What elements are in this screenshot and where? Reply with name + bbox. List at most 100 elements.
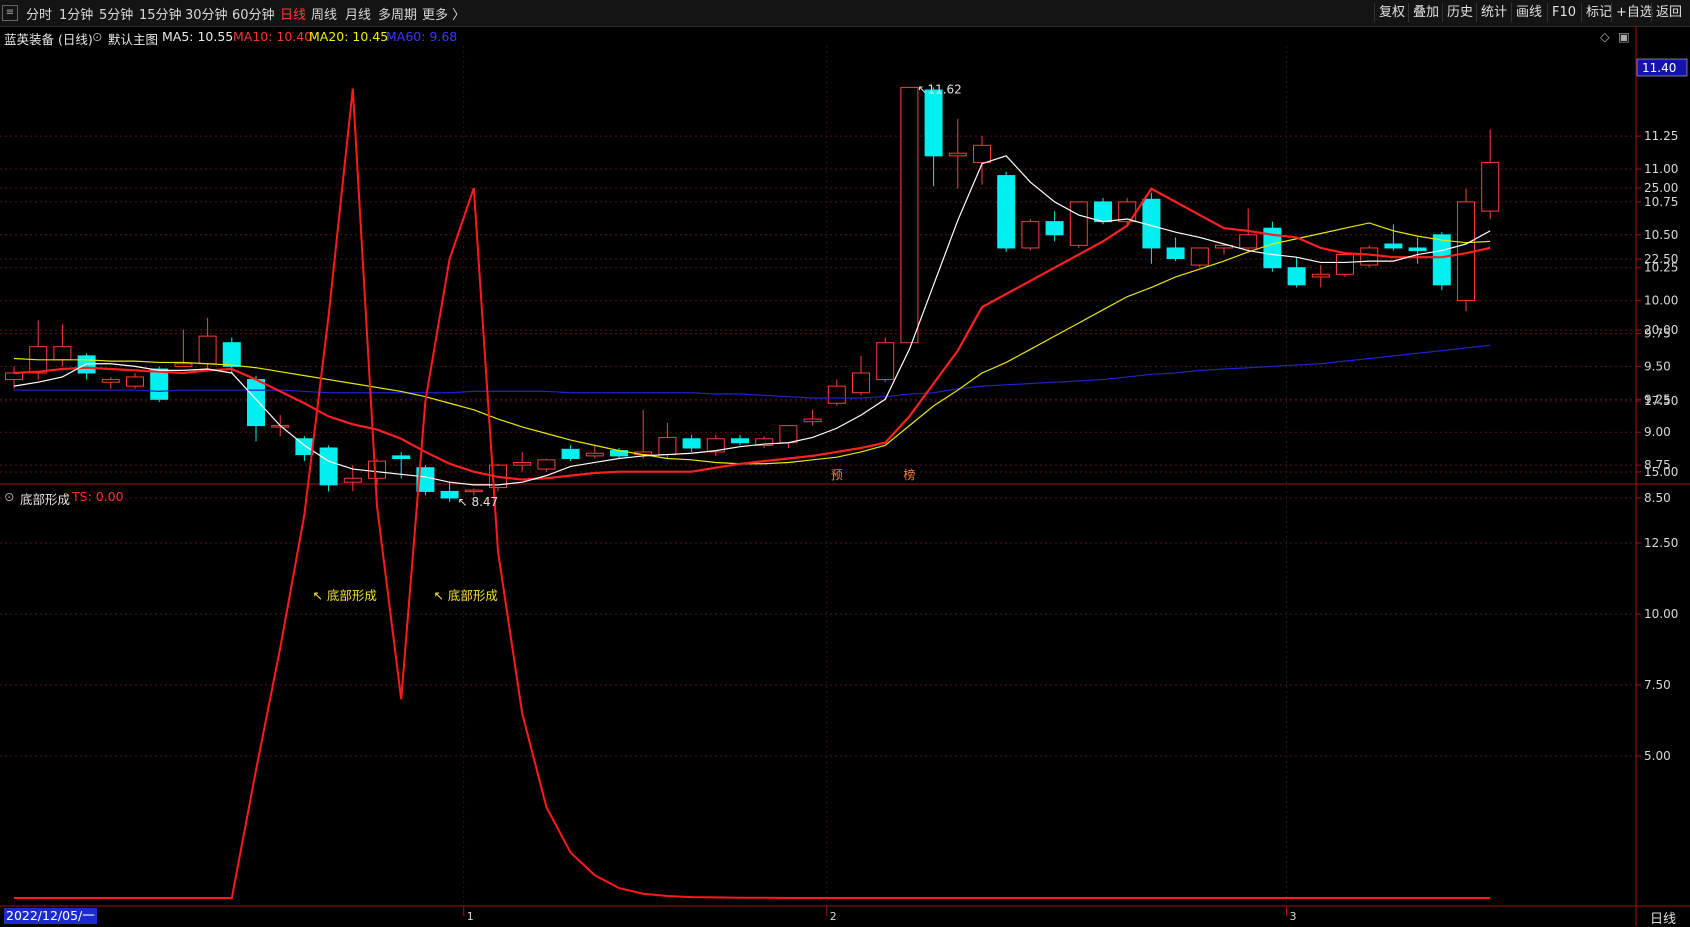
cursor-date: 2022/12/05/一 [4,908,97,924]
candle-body-up [1069,201,1088,246]
tab-period-3[interactable]: 15分钟 [139,4,182,23]
toolbar-button-8[interactable]: 返回 [1651,3,1686,22]
tab-period-7[interactable]: 周线 [311,4,337,23]
candle-body-up [948,152,967,157]
candle-body-up [1190,247,1209,266]
event-marker-box [902,467,918,482]
tab-period-0[interactable]: 分时 [26,4,52,23]
main-y-tick-label: 9.00 [1644,425,1671,439]
indicator-name[interactable]: 底部形成 [20,489,70,508]
main-y-tick-label: 8.75 [1644,458,1671,472]
candle-body-up [658,436,677,456]
top-toolbar: ≡ 分时 1分钟 5分钟 15分钟 30分钟 60分钟 日线 周线 月线 多周期 更多 〉 复权 叠加… [0,0,1690,27]
event-marker-box [829,467,845,482]
candle-body-up [368,460,386,479]
tab-period-6[interactable]: 日线 [280,4,306,23]
candle-body-down [77,355,96,374]
tab-period-5[interactable]: 60分钟 [232,4,275,23]
candle-body-down [416,467,435,492]
candle-body-down [1408,247,1427,252]
candle-body-down [247,379,265,427]
main-y-tick-label: 10.00 [1644,294,1678,308]
tab-period-8[interactable]: 月线 [345,4,371,23]
event-marker-label: 榜 [903,467,915,482]
candle-body-down [1142,198,1161,249]
candle-body-up [1311,273,1330,278]
stock-chart[interactable]: 8.50 8.75 9.00 9.25 9.50 9.75 10.00 10.25 10.50 1… [0,0,1690,926]
candle-body-up [5,372,23,381]
candle-body-down [682,438,701,449]
candle-body-up [852,372,870,394]
candle-body-up [513,461,532,466]
candle-body-up [1239,234,1258,249]
indicator-ts-value: TS: 0.00 [72,489,124,504]
candle-body-up [174,363,193,367]
tab-period-9[interactable]: 多周期 [378,4,417,23]
high-price-label: ↖11.62 [917,82,961,96]
indicator-line [14,88,1491,899]
main-y-tick-label: 11.00 [1644,162,1678,176]
month-label: 2 [830,910,837,923]
menu-icon[interactable]: ≡ [2,5,18,21]
candle-body-up [29,346,48,374]
panel-toggle-icon[interactable]: ▣ [1618,29,1630,44]
ma20-line [13,222,1491,465]
template-name[interactable]: 默认主图 [108,29,158,48]
period-indicator[interactable]: 日线 [1650,908,1676,927]
candle-body-up [634,451,653,456]
candle-body-down [150,368,169,400]
tab-period-4[interactable]: 30分钟 [185,4,228,23]
candle-body-up [1336,254,1354,275]
candle-body-down [1166,247,1185,259]
indicator-y-tick-label: 17.50 [1644,394,1678,408]
tab-period-1[interactable]: 1分钟 [59,4,93,23]
candle-body-down [1287,267,1306,286]
main-y-tick-label: 9.25 [1644,392,1671,406]
candle-body-down [610,450,628,457]
candle-body-down [440,490,459,499]
event-marker-label: 预 [831,468,843,482]
candle-body-down [1384,243,1403,249]
toolbar-button-0[interactable]: 复权 [1374,3,1409,22]
bottom-formation-annotation: ↖ 底部形成 [312,588,376,603]
indicator-toggle-icon[interactable]: ⊙ [4,489,14,504]
indicator-y-tick-label: 20.00 [1644,323,1678,337]
stock-title: 蓝英装备 (日线) [4,32,93,47]
candle-body-up [1021,221,1040,249]
indicator-y-tick-label: 10.00 [1644,607,1678,621]
ma10-line [13,187,1491,481]
candle-body-down [1094,201,1112,223]
toolbar-button-3[interactable]: 统计 [1476,3,1511,22]
main-y-tick-label: 9.75 [1644,327,1671,341]
toolbar-button-1[interactable]: 叠加 [1408,3,1443,22]
toolbar-button-4[interactable]: 画线 [1511,3,1546,22]
indicator-y-tick-label: 5.00 [1644,749,1671,763]
candle-body-up [126,376,144,387]
candle-body-up [1481,161,1500,212]
main-y-tick-label: 8.50 [1644,491,1671,505]
candle-body-up [973,144,991,163]
candle-body-up [900,86,919,344]
ma10-label: MA10: 10.40 [233,29,313,44]
main-y-tick-label: 10.50 [1644,228,1678,242]
candle-body-up [489,464,507,488]
candle-body-down [295,438,314,456]
template-toggle-icon[interactable]: ⊙ [92,29,102,44]
candle-body-down [731,438,749,444]
candle-body-up [464,489,483,493]
candle-body-down [392,455,411,460]
ma60-label: MA60: 9.68 [386,29,458,44]
candle-body-down [1263,227,1282,269]
candle-body-up [271,425,290,428]
candle-body-up [1457,201,1475,302]
indicator-y-tick-label: 15.00 [1644,465,1678,479]
candle-body-down [1045,221,1064,236]
candle-body-up [876,342,895,381]
tab-period-10[interactable]: 更多 〉 [422,4,465,23]
candle-body-down [997,175,1016,249]
diamond-icon[interactable]: ◇ [1600,29,1610,44]
toolbar-button-5[interactable]: F10 [1547,3,1580,22]
tab-period-2[interactable]: 5分钟 [99,4,133,23]
candle-body-down [222,342,241,367]
toolbar-button-2[interactable]: 历史 [1442,3,1477,22]
